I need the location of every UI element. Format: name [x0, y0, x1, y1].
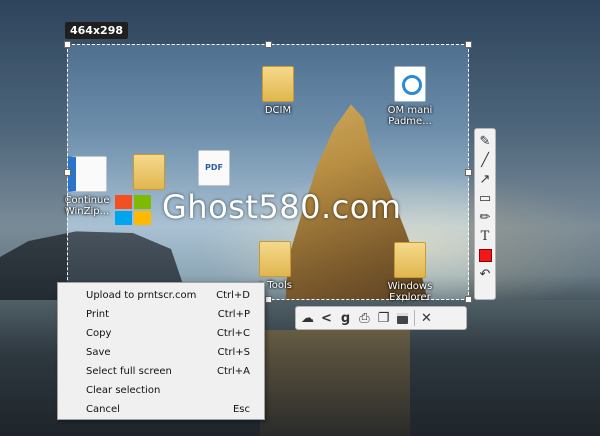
selection-size-label: 464x298: [65, 22, 129, 39]
drawing-toolbar: ✎ ╱ ↗ ▭ ✏ T ↶: [474, 128, 496, 300]
resize-handle-bottom[interactable]: [265, 296, 272, 303]
share-icon: <: [321, 310, 332, 326]
copy-button[interactable]: ❐: [374, 308, 393, 328]
menu-item-select-full-screen[interactable]: Select full screen Ctrl+A: [58, 362, 264, 381]
save-icon: [397, 312, 408, 324]
menu-item-clear-selection[interactable]: Clear selection: [58, 381, 264, 400]
menu-item-shortcut: Ctrl+P: [217, 309, 250, 320]
context-menu: Upload to prntscr.com Ctrl+D Print Ctrl+…: [57, 282, 265, 420]
print-button[interactable]: ⎙: [355, 308, 374, 328]
color-swatch-icon: [478, 249, 492, 262]
selection-area[interactable]: [64, 41, 472, 303]
marker-tool-button[interactable]: ✏: [476, 208, 494, 227]
cloud-upload-icon: ☁: [301, 310, 314, 326]
share-button[interactable]: <: [317, 308, 336, 328]
menu-item-label: Copy: [86, 328, 112, 339]
text-tool-button[interactable]: T: [476, 227, 494, 246]
menu-item-label: Select full screen: [86, 366, 172, 377]
undo-button[interactable]: ↶: [476, 265, 494, 284]
save-button[interactable]: [393, 308, 412, 328]
menu-item-save[interactable]: Save Ctrl+S: [58, 343, 264, 362]
google-search-button[interactable]: g: [336, 308, 355, 328]
upload-button[interactable]: ☁: [298, 308, 317, 328]
resize-handle-bottom-right[interactable]: [465, 296, 472, 303]
copy-icon: ❐: [377, 310, 390, 326]
menu-item-print[interactable]: Print Ctrl+P: [58, 305, 264, 324]
rectangle-tool-button[interactable]: ▭: [476, 189, 494, 208]
resize-handle-top-left[interactable]: [64, 41, 71, 48]
resize-handle-right[interactable]: [465, 169, 472, 176]
toolbar-separator: [414, 310, 415, 326]
dim-overlay-left: [0, 44, 67, 300]
pen-icon: ✎: [479, 134, 491, 149]
actions-toolbar: ☁ < g ⎙ ❐ ✕: [295, 306, 467, 330]
menu-item-shortcut: Ctrl+C: [216, 328, 250, 339]
menu-item-upload[interactable]: Upload to prntscr.com Ctrl+D: [58, 286, 264, 305]
pen-tool-button[interactable]: ✎: [476, 132, 494, 151]
menu-item-shortcut: Ctrl+S: [217, 347, 250, 358]
arrow-icon: ↗: [479, 172, 491, 187]
menu-item-shortcut: Ctrl+A: [216, 366, 250, 377]
google-icon: g: [340, 310, 351, 326]
menu-item-cancel[interactable]: Cancel Esc: [58, 400, 264, 419]
rectangle-icon: ▭: [478, 191, 492, 206]
menu-item-copy[interactable]: Copy Ctrl+C: [58, 324, 264, 343]
arrow-tool-button[interactable]: ↗: [476, 170, 494, 189]
resize-handle-left[interactable]: [64, 169, 71, 176]
menu-item-label: Clear selection: [86, 385, 161, 396]
menu-item-label: Cancel: [86, 404, 120, 415]
text-icon: T: [480, 229, 490, 244]
undo-icon: ↶: [479, 267, 491, 282]
menu-item-shortcut: Ctrl+D: [216, 290, 250, 301]
line-icon: ╱: [481, 153, 489, 168]
menu-item-label: Save: [86, 347, 111, 358]
menu-item-shortcut: Esc: [232, 404, 250, 415]
menu-item-label: Upload to prntscr.com: [86, 290, 197, 301]
line-tool-button[interactable]: ╱: [476, 151, 494, 170]
color-picker-button[interactable]: [476, 246, 494, 265]
close-icon: ✕: [421, 310, 432, 326]
printer-icon: ⎙: [359, 310, 370, 326]
close-button[interactable]: ✕: [417, 308, 436, 328]
resize-handle-top[interactable]: [265, 41, 272, 48]
menu-item-label: Print: [86, 309, 110, 320]
marker-icon: ✏: [479, 210, 491, 225]
resize-handle-top-right[interactable]: [465, 41, 472, 48]
